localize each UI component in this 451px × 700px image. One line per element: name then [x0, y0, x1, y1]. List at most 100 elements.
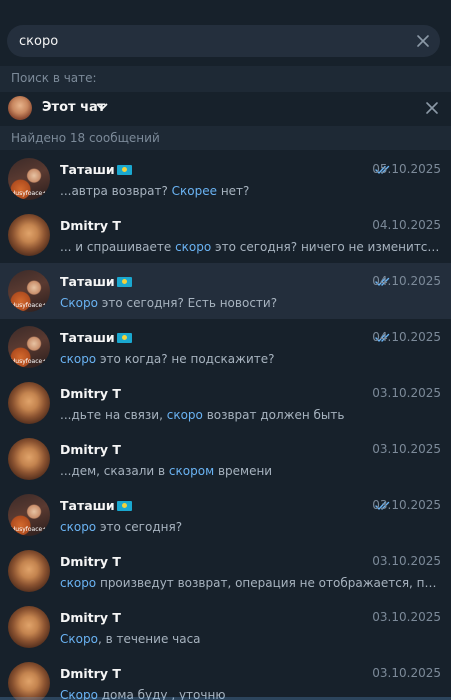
- flag-kz-icon: [116, 333, 132, 343]
- sender-name: Dmitry T: [60, 610, 121, 625]
- close-icon[interactable]: [425, 101, 439, 115]
- preview-text-before: ... и спрашиваете: [60, 240, 176, 254]
- sender-name: Таташи: [60, 274, 115, 289]
- search-result-item[interactable]: Dmitry T 03.10.2025 скоро произведут возвр…: [0, 543, 451, 599]
- message-date: 03.10.2025: [372, 386, 441, 400]
- avatar: Husyfoace+: [8, 270, 50, 312]
- message-date: 03.10.2025: [372, 498, 441, 512]
- chat-scope-selector[interactable]: Этот чат: [0, 92, 451, 124]
- preview-text-after: это сегодня?: [96, 520, 183, 534]
- sender-name-row: Dmitry T: [60, 610, 121, 625]
- search-result-item[interactable]: Dmitry T 03.10.2025 Скоро, в течение часа: [0, 599, 451, 655]
- message-preview: скоро это сегодня?: [60, 520, 442, 534]
- sender-name: Таташи: [60, 498, 115, 513]
- search-match-highlight: Скоро: [60, 296, 98, 310]
- search-match-highlight: Скорее: [171, 184, 218, 198]
- search-match-highlight: скором: [168, 464, 215, 478]
- search-box[interactable]: [7, 25, 440, 57]
- search-result-item[interactable]: Husyfoace+ Таташи 04.10.2025 скоро это когд…: [0, 319, 451, 375]
- avatar-caption: Husyfoace+: [10, 358, 48, 365]
- sender-name: Dmitry T: [60, 666, 121, 681]
- preview-text-after: это сегодня? Есть новости?: [97, 296, 278, 310]
- search-result-item[interactable]: Dmitry T 03.10.2025 ...дьте на связи, скор…: [0, 375, 451, 431]
- avatar: [8, 662, 50, 700]
- search-input[interactable]: [19, 32, 399, 50]
- message-date: 04.10.2025: [372, 218, 441, 232]
- avatar: Husyfoace+: [8, 158, 50, 200]
- search-result-item[interactable]: Dmitry T 03.10.2025 Скоро дома буду , уточ…: [0, 655, 451, 700]
- message-preview: ...автра возврат? Скорее нет?: [60, 184, 442, 198]
- search-result-item[interactable]: Husyfoace+ Таташи 04.10.2025 Скоро это сего…: [0, 263, 451, 319]
- flag-kz-icon: [116, 277, 132, 287]
- search-match-highlight: Скоро: [60, 632, 98, 646]
- avatar: [8, 438, 50, 480]
- preview-text-after: времени: [214, 464, 273, 478]
- search-match-highlight: скоро: [60, 576, 97, 590]
- search-bar: [0, 18, 451, 64]
- sender-name: Таташи: [60, 330, 115, 345]
- avatar: [8, 96, 32, 120]
- preview-text-before: ...автра возврат?: [60, 184, 172, 198]
- message-date: 03.10.2025: [372, 610, 441, 624]
- avatar: [8, 214, 50, 256]
- preview-text-after: , в течение часа: [97, 632, 201, 646]
- avatar: Husyfoace+: [8, 494, 50, 536]
- message-preview: ...дем, сказали в скором времени: [60, 464, 442, 478]
- sender-name-row: Таташи: [60, 330, 132, 345]
- message-date: 04.10.2025: [372, 330, 441, 344]
- avatar: [8, 550, 50, 592]
- message-preview: ...дьте на связи, скоро возврат должен б…: [60, 408, 442, 422]
- close-icon[interactable]: [415, 33, 431, 49]
- preview-text-after: это когда? не подскажите?: [96, 352, 275, 366]
- sender-name: Dmitry T: [60, 442, 121, 457]
- sender-name: Dmitry T: [60, 386, 121, 401]
- search-match-highlight: скоро: [175, 240, 212, 254]
- avatar-caption: Husyfoace+: [10, 526, 48, 533]
- chevron-down-icon[interactable]: [96, 102, 108, 112]
- search-match-highlight: скоро: [60, 520, 97, 534]
- avatar: [8, 382, 50, 424]
- message-preview: ... и спрашиваете скоро это сегодня? нич…: [60, 240, 442, 254]
- preview-text-after: это сегодня? ничего не изменится, ничего…: [215, 240, 442, 254]
- preview-text-after: нет?: [217, 184, 250, 198]
- sender-name: Таташи: [60, 162, 115, 177]
- search-match-highlight: скоро: [166, 408, 203, 422]
- message-date: 03.10.2025: [372, 554, 441, 568]
- avatar-caption: Husyfoace+: [10, 190, 48, 197]
- sender-name-row: Таташи: [60, 498, 132, 513]
- results-count: Найдено 18 сообщений: [0, 126, 451, 150]
- message-preview: Скоро это сегодня? Есть новости?: [60, 296, 442, 310]
- message-date: 03.10.2025: [372, 442, 441, 456]
- avatar: [8, 606, 50, 648]
- message-date: 05.10.2025: [372, 162, 441, 176]
- search-result-item[interactable]: Husyfoace+ Таташи 05.10.2025 ...автра возвр…: [0, 151, 451, 207]
- message-preview: скоро произведут возврат, операция не от…: [60, 576, 442, 590]
- preview-text-before: ...дем, сказали в: [60, 464, 169, 478]
- message-date: 03.10.2025: [372, 666, 441, 680]
- avatar-caption: Husyfoace+: [10, 302, 48, 309]
- sender-name-row: Dmitry T: [60, 554, 121, 569]
- preview-text-before: ...дьте на связи,: [60, 408, 167, 422]
- top-bar: [0, 0, 451, 18]
- search-result-item[interactable]: Dmitry T 04.10.2025 ... и спрашиваете скор…: [0, 207, 451, 263]
- sender-name-row: Dmitry T: [60, 442, 121, 457]
- search-match-highlight: скоро: [60, 352, 97, 366]
- sender-name-row: Таташи: [60, 274, 132, 289]
- search-results-list[interactable]: Husyfoace+ Таташи 05.10.2025 ...автра возвр…: [0, 151, 451, 700]
- sender-name: Dmitry T: [60, 554, 121, 569]
- search-result-item[interactable]: Husyfoace+ Таташи 03.10.2025 скоро это сего…: [0, 487, 451, 543]
- sender-name-row: Dmitry T: [60, 218, 121, 233]
- message-date: 04.10.2025: [372, 274, 441, 288]
- search-scope-label: Поиск в чате:: [0, 66, 451, 92]
- sender-name-row: Dmitry T: [60, 386, 121, 401]
- message-preview: Скоро, в течение часа: [60, 632, 442, 646]
- search-result-item[interactable]: Dmitry T 03.10.2025 ...дем, сказали в скор…: [0, 431, 451, 487]
- preview-text-after: произведут возврат, операция не отобража…: [99, 576, 442, 590]
- flag-kz-icon: [116, 165, 132, 175]
- flag-kz-icon: [116, 501, 132, 511]
- preview-text-after: возврат должен быть: [202, 408, 345, 422]
- message-preview: скоро это когда? не подскажите?: [60, 352, 442, 366]
- sender-name-row: Таташи: [60, 162, 132, 177]
- sender-name-row: Dmitry T: [60, 666, 121, 681]
- avatar: Husyfoace+: [8, 326, 50, 368]
